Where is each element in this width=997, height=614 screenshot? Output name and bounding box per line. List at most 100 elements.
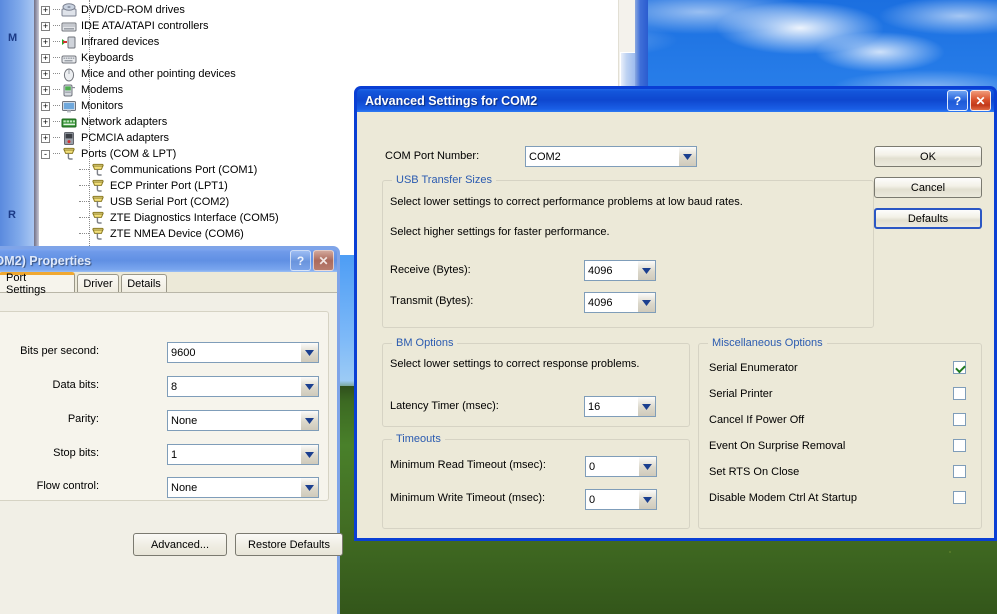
tree-item-label: Infrared devices (81, 36, 160, 48)
misc-option-checkbox-serial-enumerator[interactable] (953, 361, 966, 374)
com-port-number-combo[interactable]: COM2 (525, 146, 697, 167)
expand-icon[interactable]: + (41, 85, 50, 95)
tree-item-dvd-cd-rom-drives[interactable]: + DVD/CD-ROM drives (41, 2, 185, 18)
restore-defaults-button[interactable]: Restore Defaults (235, 533, 343, 556)
advanced-button[interactable]: Advanced... (133, 533, 227, 556)
modem-icon (61, 83, 77, 98)
tree-item-keyboards[interactable]: + Keyboards (41, 50, 134, 66)
cancel-button[interactable]: Cancel (874, 177, 982, 198)
latency-timer-combo[interactable]: 16 (584, 396, 656, 417)
parity-combo[interactable]: None (167, 410, 319, 431)
min-read-timeout-combo[interactable]: 0 (585, 456, 657, 477)
tree-item-pcmcia-adapters[interactable]: + PCMCIA adapters (41, 130, 169, 146)
min-write-timeout-value: 0 (589, 493, 596, 506)
keyboard-icon (61, 51, 77, 66)
controller-icon (61, 19, 77, 34)
misc-option-checkbox-serial-printer[interactable] (953, 387, 966, 400)
side-label-1: R (8, 209, 16, 221)
tree-item-label: ECP Printer Port (LPT1) (110, 180, 228, 192)
flow-control-combo[interactable]: None (167, 477, 319, 498)
defaults-button[interactable]: Defaults (874, 208, 982, 229)
port-settings-titlebar[interactable]: al Port (COM2) Properties ? ✕ (0, 246, 340, 272)
tree-item-ports-com-lpt[interactable]: - Ports (COM & LPT) (41, 146, 176, 162)
expand-icon[interactable]: + (41, 5, 50, 15)
misc-options-legend: Miscellaneous Options (708, 337, 827, 349)
receive-bytes-combo[interactable]: 4096 (584, 260, 656, 281)
chevron-down-icon[interactable] (300, 343, 318, 362)
close-icon[interactable]: ✕ (970, 90, 991, 111)
tree-item-label: Communications Port (COM1) (110, 164, 258, 176)
tree-connector (79, 217, 89, 219)
usb-hint-lower: Select lower settings to correct perform… (390, 196, 743, 208)
misc-option-checkbox-set-rts-on-close[interactable] (953, 465, 966, 478)
tab-details[interactable]: Details (121, 274, 167, 292)
advanced-settings-titlebar[interactable]: Advanced Settings for COM2 ? ✕ (354, 86, 997, 112)
monitor-icon (61, 99, 77, 114)
chevron-down-icon[interactable] (637, 397, 655, 416)
chevron-down-icon[interactable] (300, 478, 318, 497)
usb-transfer-sizes-legend: USB Transfer Sizes (392, 174, 496, 186)
ok-button-label: OK (920, 150, 936, 163)
tree-item-mice-and-other-pointing-devices[interactable]: + Mice and other pointing devices (41, 66, 236, 82)
expand-icon[interactable]: + (41, 21, 50, 31)
tree-item-ide-ata-atapi-controllers[interactable]: + IDE ATA/ATAPI controllers (41, 18, 209, 34)
port-settings-title: al Port (COM2) Properties (0, 253, 92, 268)
help-icon[interactable]: ? (290, 250, 311, 271)
field-label-bits-per-second: Bits per second: (20, 345, 99, 357)
tree-item-label: Keyboards (81, 52, 134, 64)
tree-connector (53, 105, 60, 107)
tree-item-label: ZTE Diagnostics Interface (COM5) (110, 212, 279, 224)
ok-button[interactable]: OK (874, 146, 982, 167)
chevron-down-icon[interactable] (637, 293, 655, 312)
chevron-down-icon[interactable] (678, 147, 696, 166)
help-icon[interactable]: ? (947, 90, 968, 111)
chevron-down-icon[interactable] (300, 377, 318, 396)
tree-item-zte-diagnostics-interface-com5[interactable]: ZTE Diagnostics Interface (COM5) (79, 210, 279, 226)
chevron-down-icon[interactable] (300, 445, 318, 464)
min-write-timeout-combo[interactable]: 0 (585, 489, 657, 510)
tree-item-zte-nmea-device-com6[interactable]: ZTE NMEA Device (COM6) (79, 226, 244, 242)
tab-port-settings[interactable]: Port Settings (0, 272, 75, 296)
tree-item-infrared-devices[interactable]: + Infrared devices (41, 34, 159, 50)
tree-item-usb-serial-port-com2[interactable]: USB Serial Port (COM2) (79, 194, 229, 210)
transmit-bytes-combo[interactable]: 4096 (584, 292, 656, 313)
misc-option-label-disable-modem-ctrl-at-startup: Disable Modem Ctrl At Startup (709, 492, 857, 504)
usb-hint-higher: Select higher settings for faster perfor… (390, 226, 610, 238)
tree-item-communications-port-com1[interactable]: Communications Port (COM1) (79, 162, 257, 178)
advanced-settings-window[interactable]: Advanced Settings for COM2 ? ✕ COM Port … (354, 86, 997, 541)
tree-item-modems[interactable]: + Modems (41, 82, 123, 98)
chevron-down-icon[interactable] (300, 411, 318, 430)
device-manager-side-strip: M R (0, 0, 34, 255)
chevron-down-icon[interactable] (637, 261, 655, 280)
receive-bytes-value: 4096 (588, 264, 613, 277)
tree-item-network-adapters[interactable]: + Network adapters (41, 114, 167, 130)
receive-bytes-label: Receive (Bytes): (390, 264, 471, 276)
chevron-down-icon[interactable] (638, 457, 656, 476)
flow-control-value: None (171, 481, 198, 494)
expand-icon[interactable]: + (41, 117, 50, 127)
expand-icon[interactable]: + (41, 37, 50, 47)
stop-bits-combo[interactable]: 1 (167, 444, 319, 465)
tree-item-ecp-printer-port-lpt1[interactable]: ECP Printer Port (LPT1) (79, 178, 228, 194)
expand-icon[interactable]: + (41, 133, 50, 143)
expand-icon[interactable]: + (41, 101, 50, 111)
misc-option-label-event-on-surprise-removal: Event On Surprise Removal (709, 440, 846, 452)
cancel-button-label: Cancel (910, 181, 946, 194)
restore-defaults-button-label: Restore Defaults (248, 538, 330, 551)
misc-option-checkbox-event-on-surprise-removal[interactable] (953, 439, 966, 452)
bits-per-second-combo[interactable]: 9600 (167, 342, 319, 363)
data-bits-combo[interactable]: 8 (167, 376, 319, 397)
tab-driver[interactable]: Driver (77, 274, 119, 292)
misc-option-checkbox-disable-modem-ctrl-at-startup[interactable] (953, 491, 966, 504)
port-icon (90, 195, 106, 210)
expand-icon[interactable]: + (41, 69, 50, 79)
data-bits-value: 8 (171, 380, 178, 393)
tree-connector (79, 233, 89, 235)
port-settings-window[interactable]: al Port (COM2) Properties ? ✕ Port Setti… (0, 246, 343, 614)
tree-item-monitors[interactable]: + Monitors (41, 98, 123, 114)
expand-icon[interactable]: + (41, 53, 50, 63)
collapse-icon[interactable]: - (41, 149, 50, 159)
close-icon[interactable]: ✕ (313, 250, 334, 271)
chevron-down-icon[interactable] (638, 490, 656, 509)
misc-option-checkbox-cancel-if-power-off[interactable] (953, 413, 966, 426)
